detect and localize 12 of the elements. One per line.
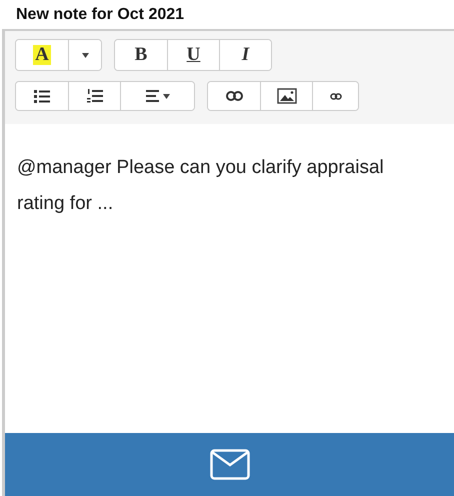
align-icon [146, 90, 170, 102]
link-button[interactable] [312, 82, 358, 110]
link-icon [226, 91, 242, 101]
italic-button[interactable]: I [219, 40, 271, 70]
bulleted-list-icon [34, 90, 50, 102]
align-button[interactable] [120, 82, 194, 110]
mail-icon [210, 449, 250, 480]
note-title: New note for Oct 2021 [15, 5, 186, 25]
numbered-list-icon [86, 89, 102, 103]
caret-icon [82, 52, 88, 58]
link-icon [330, 92, 342, 100]
image-icon [276, 88, 296, 104]
